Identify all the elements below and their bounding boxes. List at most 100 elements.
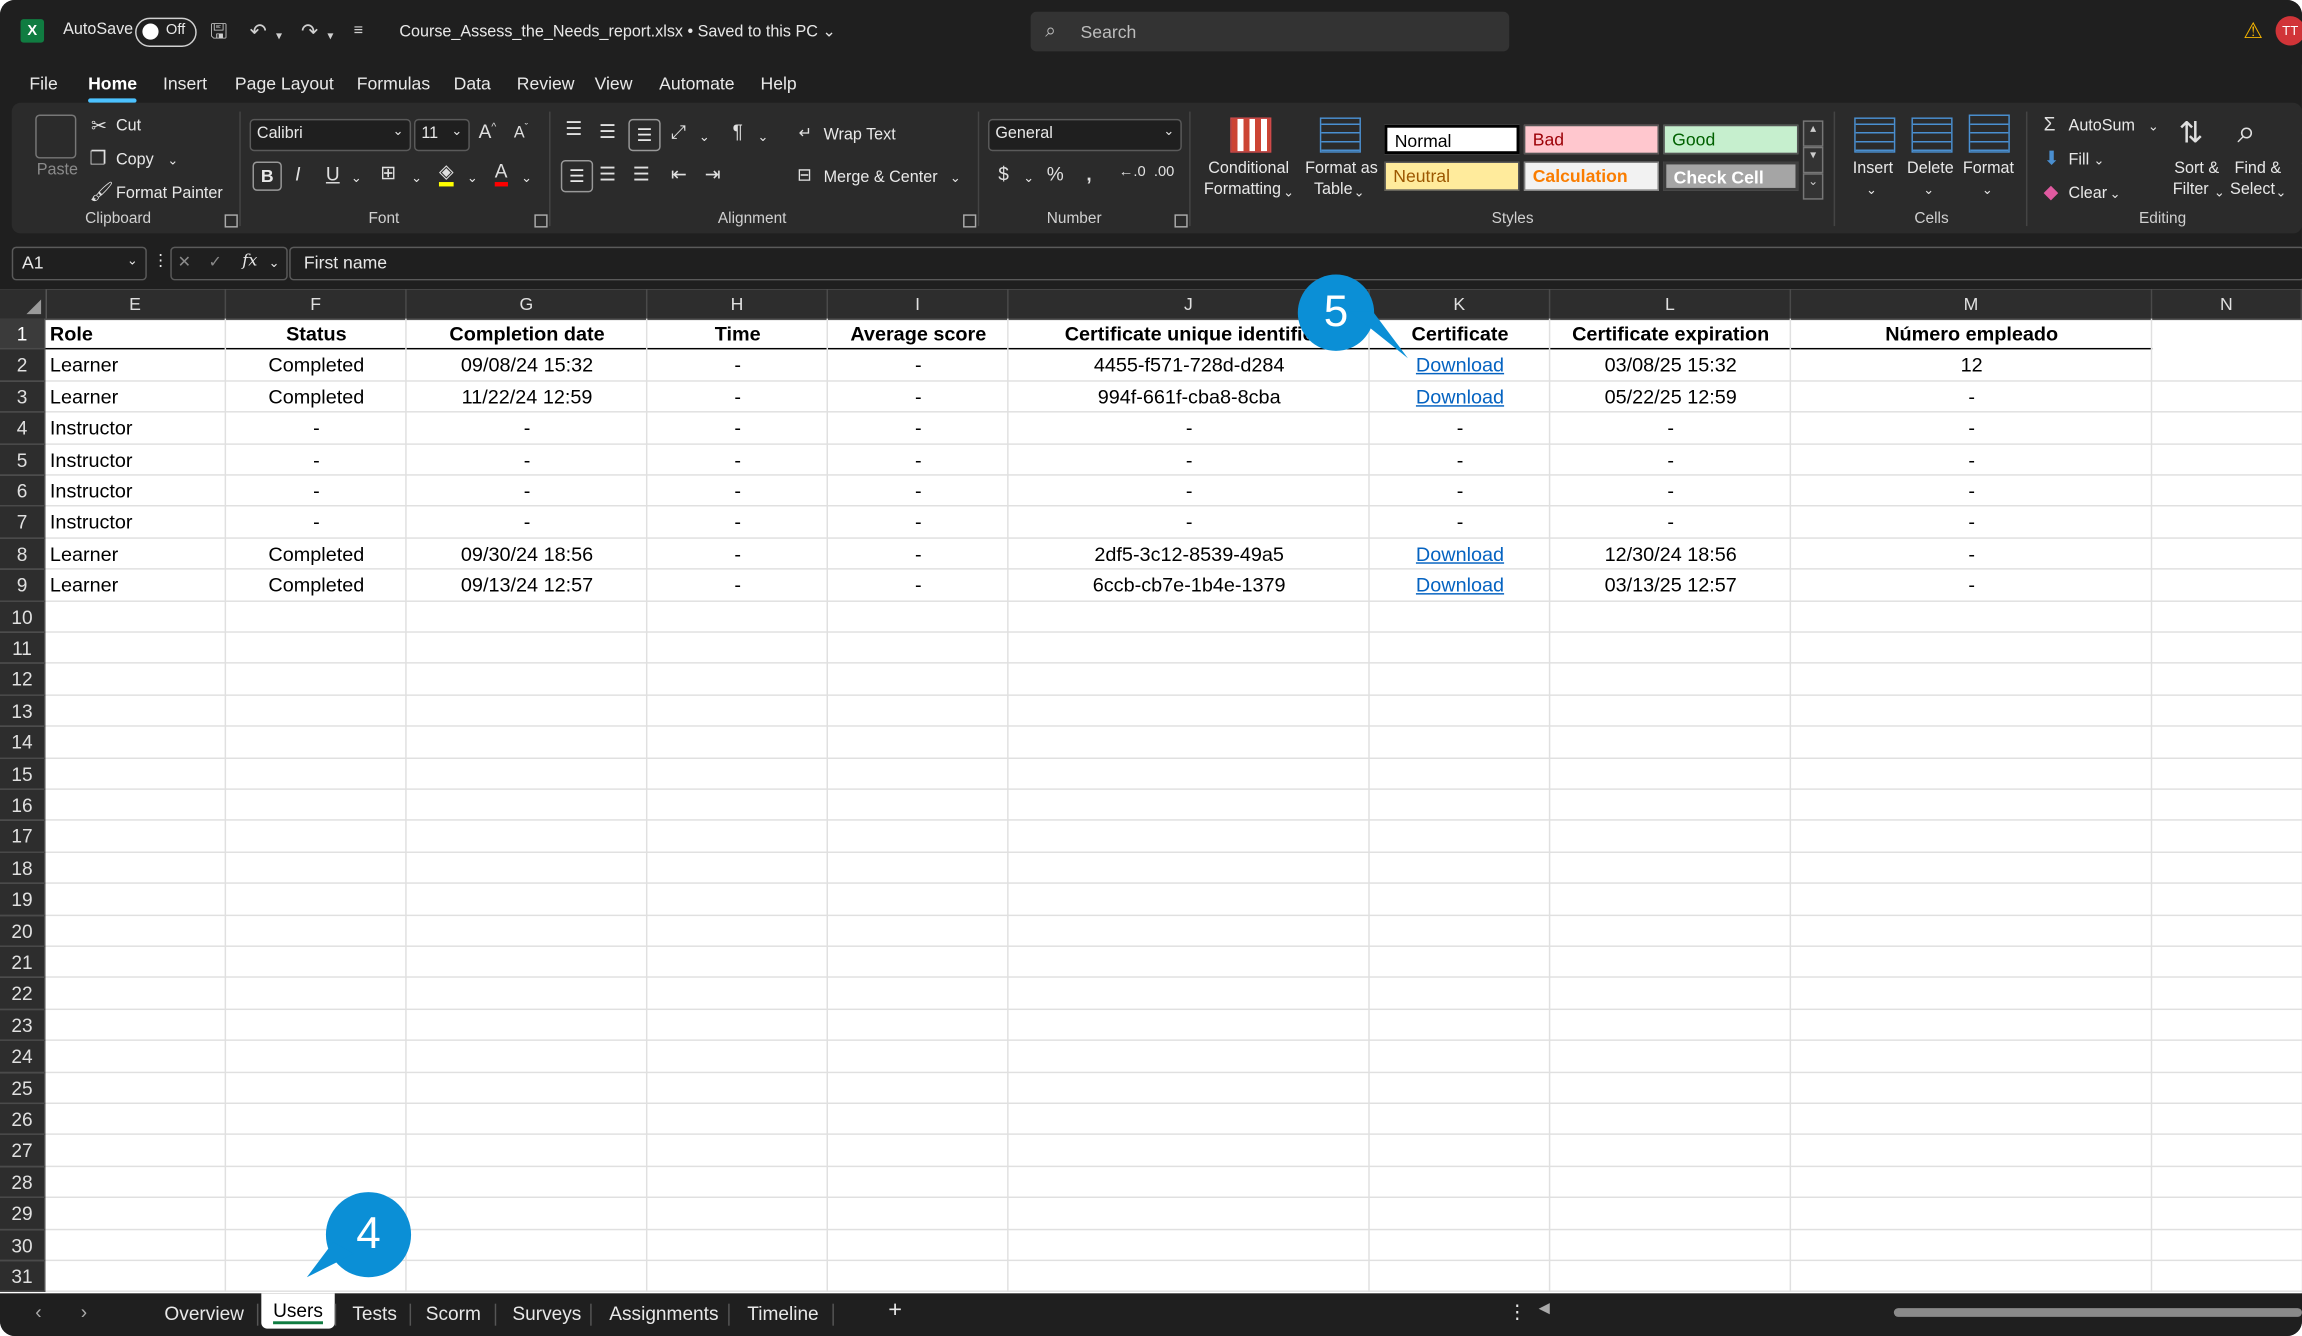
tab-split-handle-icon[interactable]: ⋮: [1508, 1301, 1527, 1324]
table-cell[interactable]: Completed: [226, 538, 407, 569]
table-cell[interactable]: -: [1791, 413, 2152, 444]
table-cell[interactable]: -: [1009, 476, 1370, 507]
format-dropdown-icon[interactable]: ⌄: [1982, 179, 1993, 200]
tab-view[interactable]: View: [595, 73, 633, 94]
scroll-left-icon[interactable]: ◀: [1539, 1301, 1550, 1317]
fill-color-icon[interactable]: ◈: [438, 161, 454, 187]
header-cell[interactable]: Completion date: [407, 319, 648, 350]
row-header[interactable]: 26: [0, 1104, 46, 1136]
row-header[interactable]: 22: [0, 978, 46, 1010]
insert-dropdown-icon[interactable]: ⌄: [1866, 179, 1877, 200]
find-select-label-1[interactable]: Find &: [2234, 159, 2281, 180]
increase-indent-icon[interactable]: ⇥: [705, 163, 721, 186]
row-header[interactable]: 19: [0, 884, 46, 916]
table-cell[interactable]: -: [828, 350, 1009, 381]
redo-icon[interactable]: ↷: [301, 18, 318, 44]
fill-button[interactable]: Fill: [2069, 150, 2090, 171]
sheet-tab-surveys[interactable]: Surveys: [512, 1302, 581, 1324]
table-cell[interactable]: -: [828, 507, 1009, 538]
font-color-dropdown-icon[interactable]: ⌄: [521, 167, 532, 188]
table-cell[interactable]: -: [407, 507, 648, 538]
document-title[interactable]: Course_Assess_the_Needs_report.xlsx • Sa…: [399, 22, 836, 41]
tab-formulas[interactable]: Formulas: [357, 73, 430, 94]
clear-dropdown-icon[interactable]: ⌄: [2110, 184, 2121, 205]
table-cell[interactable]: -: [647, 381, 828, 412]
table-cell[interactable]: -: [1550, 507, 1791, 538]
autosum-button[interactable]: AutoSum: [2069, 116, 2135, 137]
row-header[interactable]: 7: [0, 507, 46, 539]
row-header[interactable]: 21: [0, 946, 46, 979]
increase-font-icon[interactable]: A^: [479, 120, 497, 142]
wrap-text-button[interactable]: Wrap Text: [824, 125, 896, 146]
row-header[interactable]: 24: [0, 1041, 46, 1073]
table-cell[interactable]: -: [1009, 507, 1370, 538]
table-cell[interactable]: -: [407, 444, 648, 475]
row-header[interactable]: 17: [0, 821, 46, 853]
table-cell[interactable]: -: [647, 476, 828, 507]
sheet-tab-overview[interactable]: Overview: [164, 1302, 244, 1324]
fill-dropdown-icon[interactable]: ⌄: [2094, 150, 2105, 171]
paste-icon[interactable]: [35, 114, 77, 159]
delete-dropdown-icon[interactable]: ⌄: [1923, 179, 1934, 200]
formula-bar-grip-icon[interactable]: ⋮: [153, 251, 169, 272]
table-cell[interactable]: -: [647, 413, 828, 444]
scroll-tabs-left-icon[interactable]: ‹: [35, 1301, 41, 1323]
undo-dropdown-icon[interactable]: ▾: [276, 23, 282, 49]
orientation-icon[interactable]: ⤢: [671, 120, 686, 143]
header-cell[interactable]: Status: [226, 319, 407, 350]
table-cell[interactable]: Instructor: [46, 413, 227, 444]
table-cell[interactable]: -: [407, 476, 648, 507]
currency-dropdown-icon[interactable]: ⌄: [1023, 167, 1034, 188]
find-select-label-2[interactable]: Select: [2230, 179, 2275, 200]
column-header-f[interactable]: F: [226, 289, 407, 319]
table-cell[interactable]: -: [226, 444, 407, 475]
style-normal[interactable]: Normal: [1384, 124, 1520, 155]
tab-page-layout[interactable]: Page Layout: [235, 73, 334, 94]
table-cell[interactable]: -: [1791, 444, 2152, 475]
alignment-launcher-icon[interactable]: [963, 214, 977, 228]
fx-dropdown-icon[interactable]: ⌄: [269, 253, 280, 274]
styles-scroll-down-icon[interactable]: ▾: [1802, 146, 1824, 174]
align-right-icon[interactable]: ☰: [633, 163, 650, 186]
increase-decimal-icon[interactable]: ←.0: [1119, 164, 1146, 180]
table-cell[interactable]: -: [647, 350, 828, 381]
copy-dropdown-icon[interactable]: ⌄: [167, 150, 178, 171]
table-cell[interactable]: Instructor: [46, 507, 227, 538]
row-header[interactable]: 23: [0, 1009, 46, 1042]
tab-help[interactable]: Help: [760, 73, 796, 94]
row-header[interactable]: 30: [0, 1229, 46, 1262]
merge-center-button[interactable]: Merge & Center: [824, 167, 938, 188]
table-cell[interactable]: Instructor: [46, 444, 227, 475]
table-cell[interactable]: Completed: [226, 350, 407, 381]
name-box[interactable]: A1 ⌄: [11, 246, 147, 281]
table-cell[interactable]: -: [647, 444, 828, 475]
style-check-cell[interactable]: Check Cell: [1663, 161, 1799, 191]
decrease-font-icon[interactable]: Aˇ: [514, 123, 528, 142]
sheet-tab-users[interactable]: Users: [261, 1293, 335, 1329]
table-cell[interactable]: Instructor: [46, 476, 227, 507]
sheet-tab-assignments[interactable]: Assignments: [609, 1302, 718, 1324]
row-header[interactable]: 20: [0, 915, 46, 947]
row-header[interactable]: 15: [0, 758, 46, 790]
row-header[interactable]: 1: [0, 318, 46, 350]
format-cells-button[interactable]: Format: [1963, 159, 2014, 180]
column-header-h[interactable]: H: [647, 289, 829, 319]
row-header[interactable]: 3: [0, 381, 46, 413]
undo-icon[interactable]: ↶: [250, 18, 267, 44]
enter-icon[interactable]: ✓: [208, 253, 222, 274]
number-format-select[interactable]: General ⌄: [988, 118, 1182, 152]
merge-dropdown-icon[interactable]: ⌄: [950, 167, 961, 188]
format-as-table-label-2[interactable]: Table: [1314, 179, 1353, 200]
column-header-l[interactable]: L: [1550, 289, 1792, 319]
style-calculation[interactable]: Calculation: [1523, 161, 1659, 191]
underline-dropdown-icon[interactable]: ⌄: [351, 167, 362, 188]
bold-icon[interactable]: B: [252, 161, 282, 191]
insert-cells-button[interactable]: Insert: [1853, 159, 1893, 180]
row-header[interactable]: 12: [0, 664, 46, 696]
table-cell[interactable]: -: [828, 444, 1009, 475]
format-as-table-dropdown-icon[interactable]: ⌄: [1354, 182, 1365, 203]
table-cell[interactable]: -: [1009, 444, 1370, 475]
warning-icon[interactable]: ⚠: [2243, 18, 2263, 44]
paste-button[interactable]: Paste: [37, 160, 78, 181]
table-cell[interactable]: -: [647, 507, 828, 538]
